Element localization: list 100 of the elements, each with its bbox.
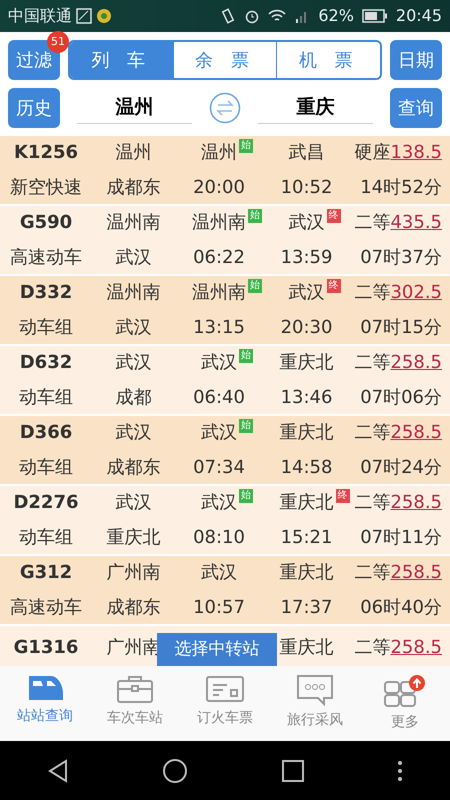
seat-class: 二等 bbox=[354, 421, 390, 445]
grid-icon bbox=[383, 674, 427, 708]
ticket-price-link[interactable]: 302.5 bbox=[390, 279, 442, 306]
departure-time: 20:00 bbox=[193, 176, 245, 200]
seat-class: 二等 bbox=[354, 491, 390, 515]
back-icon[interactable] bbox=[46, 759, 69, 783]
from-station-field[interactable]: 温州 bbox=[77, 92, 192, 124]
travel-duration: 06时40分 bbox=[360, 596, 442, 620]
seat-class: 二等 bbox=[354, 561, 390, 585]
train-number: D366 bbox=[20, 421, 72, 445]
origin-tag: 始 bbox=[248, 209, 262, 223]
ticket-price-link[interactable]: 138.5 bbox=[390, 139, 442, 166]
chat-bubble-icon bbox=[296, 674, 334, 706]
train-type: 新空快速 bbox=[10, 176, 82, 200]
arrival-station: 武汉 bbox=[288, 212, 324, 233]
origin-station: 温州南 bbox=[106, 281, 160, 305]
train-type: 高速动车 bbox=[10, 596, 82, 620]
arrival-station: 重庆北 bbox=[280, 421, 334, 445]
train-number: G312 bbox=[20, 561, 72, 585]
nav-tab[interactable]: 旅行采风 bbox=[270, 666, 360, 741]
arrival-time: 20:30 bbox=[280, 316, 332, 340]
battery-icon bbox=[362, 9, 388, 23]
origin-station: 武汉 bbox=[116, 491, 152, 515]
terminus-station: 成都东 bbox=[106, 176, 160, 200]
terminus-station: 武汉 bbox=[116, 316, 152, 340]
to-station-field[interactable]: 重庆 bbox=[258, 92, 373, 124]
departure-time: 06:22 bbox=[193, 246, 245, 270]
ticket-price-link[interactable]: 258.5 bbox=[390, 489, 442, 516]
departure-time: 08:10 bbox=[193, 526, 245, 550]
briefcase-icon bbox=[116, 674, 154, 704]
nav-tab[interactable]: 站站查询 bbox=[0, 666, 90, 741]
ticket-price-link[interactable]: 435.5 bbox=[390, 209, 442, 236]
terminus-station: 武汉 bbox=[116, 246, 152, 270]
train-number: D2276 bbox=[13, 491, 79, 515]
vibrate-icon bbox=[220, 8, 236, 24]
departure-station: 温州 bbox=[201, 142, 237, 163]
travel-duration: 07时24分 bbox=[360, 456, 442, 480]
overflow-icon[interactable] bbox=[397, 760, 404, 782]
terminal-tag: 终 bbox=[336, 489, 350, 503]
train-type: 动车组 bbox=[19, 386, 73, 410]
origin-tag: 始 bbox=[239, 489, 253, 503]
departure-time: 10:57 bbox=[193, 596, 245, 620]
ticket-price-link[interactable]: 258.5 bbox=[390, 634, 442, 661]
departure-time: 07:34 bbox=[193, 456, 245, 480]
origin-station: 武汉 bbox=[116, 351, 152, 375]
terminal-tag: 终 bbox=[326, 209, 340, 223]
ticket-price-link[interactable]: 258.5 bbox=[390, 349, 442, 376]
carrier-name: 中国联通 bbox=[8, 5, 72, 27]
origin-tag: 始 bbox=[248, 279, 262, 293]
arrival-time: 13:59 bbox=[280, 246, 332, 270]
transfer-station-toast[interactable]: 选择中转站 bbox=[157, 633, 277, 666]
query-button[interactable]: 查询 bbox=[390, 88, 442, 128]
train-type: 高速动车 bbox=[10, 246, 82, 270]
departure-time: 06:40 bbox=[193, 386, 245, 410]
tab[interactable]: 列 车 bbox=[70, 42, 173, 78]
ticket-icon bbox=[205, 674, 245, 704]
departure-station: 温州南 bbox=[192, 282, 246, 303]
arrival-station: 重庆北 bbox=[280, 492, 334, 513]
recents-icon[interactable] bbox=[282, 760, 304, 782]
train-number: G1316 bbox=[14, 636, 78, 660]
travel-duration: 07时37分 bbox=[360, 246, 442, 270]
ticket-price-link[interactable]: 258.5 bbox=[390, 559, 442, 586]
arrival-station: 重庆北 bbox=[280, 351, 334, 375]
seat-class: 二等 bbox=[354, 211, 390, 235]
arrival-time: 17:37 bbox=[280, 596, 332, 620]
arrival-station: 武汉 bbox=[288, 282, 324, 303]
travel-duration: 14时52分 bbox=[360, 176, 442, 200]
image-icon bbox=[76, 8, 92, 24]
departure-station: 武汉 bbox=[201, 561, 237, 585]
travel-duration: 07时15分 bbox=[360, 316, 442, 340]
battery-percent: 62% bbox=[318, 5, 354, 27]
nav-tab[interactable]: 车次车站 bbox=[90, 666, 180, 741]
clock-time: 20:45 bbox=[396, 5, 442, 27]
terminal-tag: 终 bbox=[326, 279, 340, 293]
departure-station: 温州南 bbox=[192, 212, 246, 233]
train-number: K1256 bbox=[14, 141, 78, 165]
history-button[interactable]: 历史 bbox=[8, 88, 60, 128]
origin-station: 温州南 bbox=[106, 211, 160, 235]
arrival-time: 10:52 bbox=[280, 176, 332, 200]
seat-class: 二等 bbox=[354, 636, 390, 660]
ticket-price-link[interactable]: 258.5 bbox=[390, 419, 442, 446]
arrival-station: 重庆北 bbox=[280, 636, 334, 660]
filter-count-badge: 51 bbox=[47, 31, 69, 53]
departure-station: 武汉 bbox=[201, 492, 237, 513]
origin-station: 广州南 bbox=[106, 561, 160, 585]
arrival-station: 重庆北 bbox=[280, 561, 334, 585]
nav-tab[interactable]: 订火车票 bbox=[180, 666, 270, 741]
train-number: D332 bbox=[20, 281, 72, 305]
swap-icon[interactable] bbox=[209, 92, 241, 124]
nav-tab[interactable]: 更多 bbox=[360, 666, 450, 741]
origin-tag: 始 bbox=[239, 139, 253, 153]
departure-time: 13:15 bbox=[193, 316, 245, 340]
alarm-icon bbox=[244, 8, 260, 24]
home-icon[interactable] bbox=[162, 758, 188, 784]
arrival-time: 14:58 bbox=[280, 456, 332, 480]
arrival-station: 武昌 bbox=[288, 141, 324, 165]
date-button[interactable]: 日期 bbox=[390, 40, 442, 80]
train-type: 动车组 bbox=[19, 456, 73, 480]
origin-tag: 始 bbox=[239, 419, 253, 433]
tab[interactable]: 机 票 bbox=[276, 42, 380, 78]
